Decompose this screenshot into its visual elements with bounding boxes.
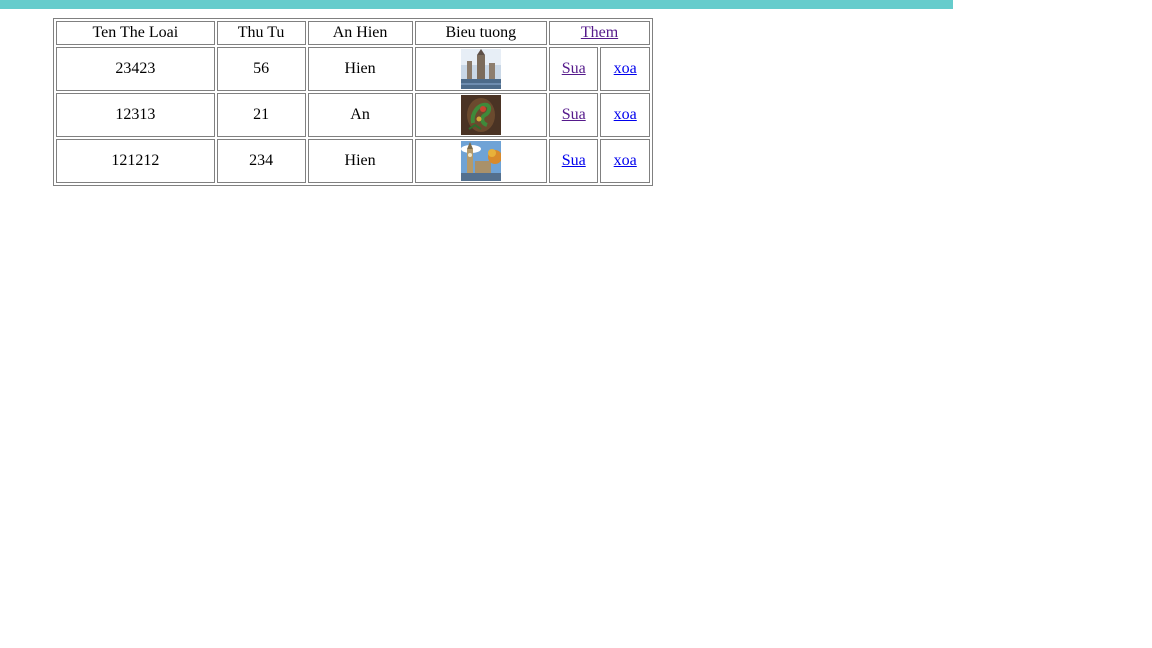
cell-edit: Sua xyxy=(548,47,599,91)
cell-order: 56 xyxy=(216,47,306,91)
header-actions: Them xyxy=(548,21,650,45)
cell-name: 121212 xyxy=(56,139,215,183)
city-landmark-icon xyxy=(460,49,501,89)
delete-link[interactable]: xoa xyxy=(614,152,637,169)
header-icon: Bieu tuong xyxy=(414,21,547,45)
table-row: 23423 56 Hien Sua xoa xyxy=(56,47,650,91)
header-order: Thu Tu xyxy=(216,21,306,45)
header-name: Ten The Loai xyxy=(56,21,215,45)
cell-icon xyxy=(414,47,547,91)
table-row: 121212 234 Hien Sua xoa xyxy=(56,139,650,183)
cell-delete: xoa xyxy=(600,139,650,183)
cell-visibility: Hien xyxy=(307,47,413,91)
cell-name: 12313 xyxy=(56,93,215,137)
edit-link[interactable]: Sua xyxy=(562,106,586,123)
edit-link[interactable]: Sua xyxy=(562,60,586,77)
dragon-art-icon xyxy=(460,95,501,135)
table-header-row: Ten The Loai Thu Tu An Hien Bieu tuong T… xyxy=(56,21,650,45)
cell-visibility: Hien xyxy=(307,139,413,183)
edit-link[interactable]: Sua xyxy=(562,152,586,169)
clock-tower-icon xyxy=(460,141,501,181)
add-category-link[interactable]: Them xyxy=(581,24,618,41)
cell-edit: Sua xyxy=(548,93,599,137)
delete-link[interactable]: xoa xyxy=(614,106,637,123)
cell-order: 21 xyxy=(216,93,306,137)
table-row: 12313 21 An Sua xoa xyxy=(56,93,650,137)
cell-delete: xoa xyxy=(600,93,650,137)
delete-link[interactable]: xoa xyxy=(614,60,637,77)
cell-order: 234 xyxy=(216,139,306,183)
cell-name: 23423 xyxy=(56,47,215,91)
top-accent-bar xyxy=(0,0,953,9)
header-visibility: An Hien xyxy=(307,21,413,45)
cell-icon xyxy=(414,93,547,137)
cell-edit: Sua xyxy=(548,139,599,183)
category-table: Ten The Loai Thu Tu An Hien Bieu tuong T… xyxy=(53,18,653,186)
cell-visibility: An xyxy=(307,93,413,137)
cell-delete: xoa xyxy=(600,47,650,91)
cell-icon xyxy=(414,139,547,183)
